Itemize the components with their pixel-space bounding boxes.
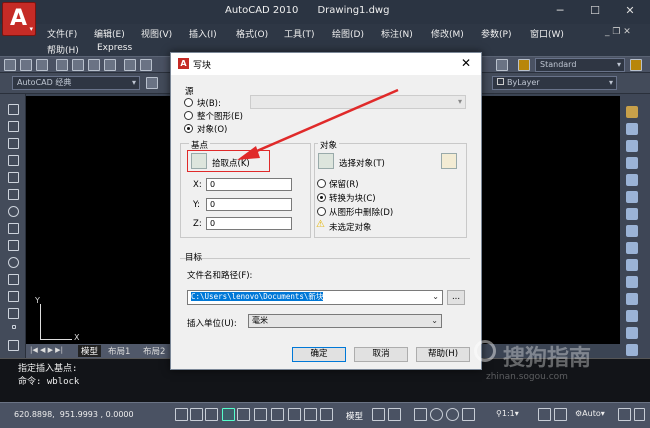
annotation-arrow [237, 88, 399, 160]
